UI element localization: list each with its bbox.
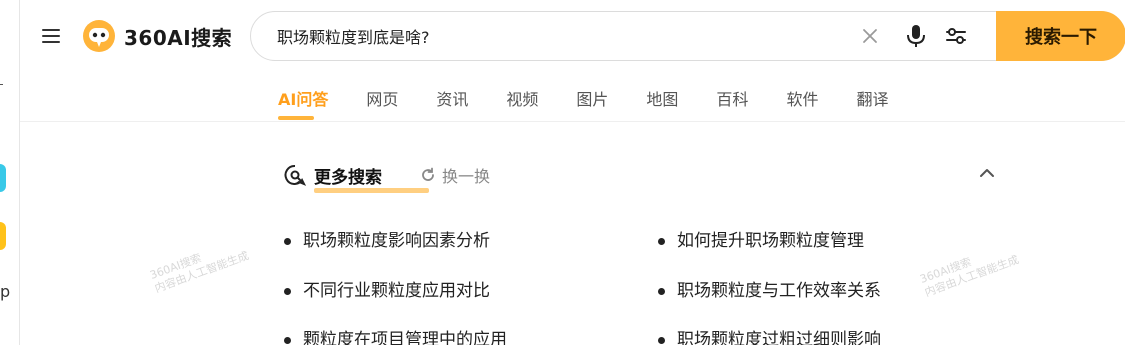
suggestion-item[interactable]: 职场颗粒度影响因素分析 xyxy=(284,226,490,251)
watermark: 360AI搜索 内容由人工智能生成 xyxy=(148,236,251,296)
logo[interactable]: 360AI搜索 xyxy=(82,19,232,53)
page: p 360AI搜索 职场颗粒度到底是啥? 搜索一下 AI问答 网页 资讯 视频 … xyxy=(0,0,1125,345)
suggestion-text: 不同行业颗粒度应用对比 xyxy=(303,281,490,301)
sidebar-app-glyph[interactable]: p xyxy=(0,282,10,301)
bullet-icon xyxy=(658,287,665,295)
suggestion-item[interactable]: 职场颗粒度与工作效率关系 xyxy=(658,276,881,301)
menu-icon[interactable] xyxy=(40,24,62,48)
bullet-icon xyxy=(658,336,665,344)
bullet-icon xyxy=(284,287,291,295)
suggestion-text: 如何提升职场颗粒度管理 xyxy=(677,231,864,251)
tab-translate[interactable]: 翻译 xyxy=(856,86,888,114)
search-box: 搜索一下 xyxy=(250,11,1125,61)
tab-software[interactable]: 软件 xyxy=(786,86,818,114)
more-search-title: 更多搜索 xyxy=(314,163,429,193)
header: 360AI搜索 搜索一下 AI问答 网页 资讯 视频 图片 xyxy=(20,0,1125,122)
tab-video[interactable]: 视频 xyxy=(506,86,538,114)
sidebar-app-chip-yellow[interactable] xyxy=(0,222,6,250)
bullet-icon xyxy=(658,237,665,245)
left-sidebar-edge: p xyxy=(0,0,20,345)
suggestion-text: 颗粒度在项目管理中的应用 xyxy=(303,330,507,345)
suggestion-item[interactable]: 不同行业颗粒度应用对比 xyxy=(284,276,490,301)
tab-news[interactable]: 资讯 xyxy=(436,86,468,114)
refresh-icon xyxy=(422,167,434,181)
search-button[interactable]: 搜索一下 xyxy=(996,11,1125,61)
search-input[interactable] xyxy=(277,12,837,60)
watermark: 360AI搜索 内容由人工智能生成 xyxy=(918,240,1021,300)
refresh-label: 换一换 xyxy=(442,167,491,186)
bullet-icon xyxy=(284,336,291,344)
more-search-header: 更多搜索 xyxy=(284,160,429,193)
tab-map[interactable]: 地图 xyxy=(646,86,678,114)
search-chat-icon xyxy=(284,164,306,186)
search-tabs: AI问答 网页 资讯 视频 图片 地图 百科 软件 翻译 xyxy=(278,86,926,122)
robot-logo-icon xyxy=(83,20,115,52)
more-search-title-text: 更多搜索 xyxy=(314,167,382,188)
filter-settings-icon[interactable] xyxy=(945,26,967,46)
suggestion-text: 职场颗粒度影响因素分析 xyxy=(303,231,490,251)
suggestion-item[interactable]: 职场颗粒度过粗过细则影响 xyxy=(658,325,881,345)
tab-images[interactable]: 图片 xyxy=(576,86,608,114)
suggestion-text: 职场颗粒度过粗过细则影响 xyxy=(677,330,881,345)
tab-encyclopedia[interactable]: 百科 xyxy=(716,86,748,114)
refresh-button[interactable]: 换一换 xyxy=(420,163,490,187)
tab-web[interactable]: 网页 xyxy=(366,86,398,114)
clear-icon[interactable] xyxy=(861,27,879,45)
sidebar-app-chip-cyan[interactable] xyxy=(0,164,6,192)
title-highlight xyxy=(314,187,429,193)
suggestion-item[interactable]: 如何提升职场颗粒度管理 xyxy=(658,226,864,251)
chevron-up-icon[interactable] xyxy=(978,166,996,180)
suggestion-text: 职场颗粒度与工作效率关系 xyxy=(677,281,881,301)
suggestion-item[interactable]: 颗粒度在项目管理中的应用 xyxy=(284,325,507,345)
tab-ai-answer[interactable]: AI问答 xyxy=(278,86,328,120)
rail-divider xyxy=(0,84,3,85)
bullet-icon xyxy=(284,237,291,245)
logo-text: 360AI搜索 xyxy=(124,25,233,50)
microphone-icon[interactable] xyxy=(905,24,927,48)
